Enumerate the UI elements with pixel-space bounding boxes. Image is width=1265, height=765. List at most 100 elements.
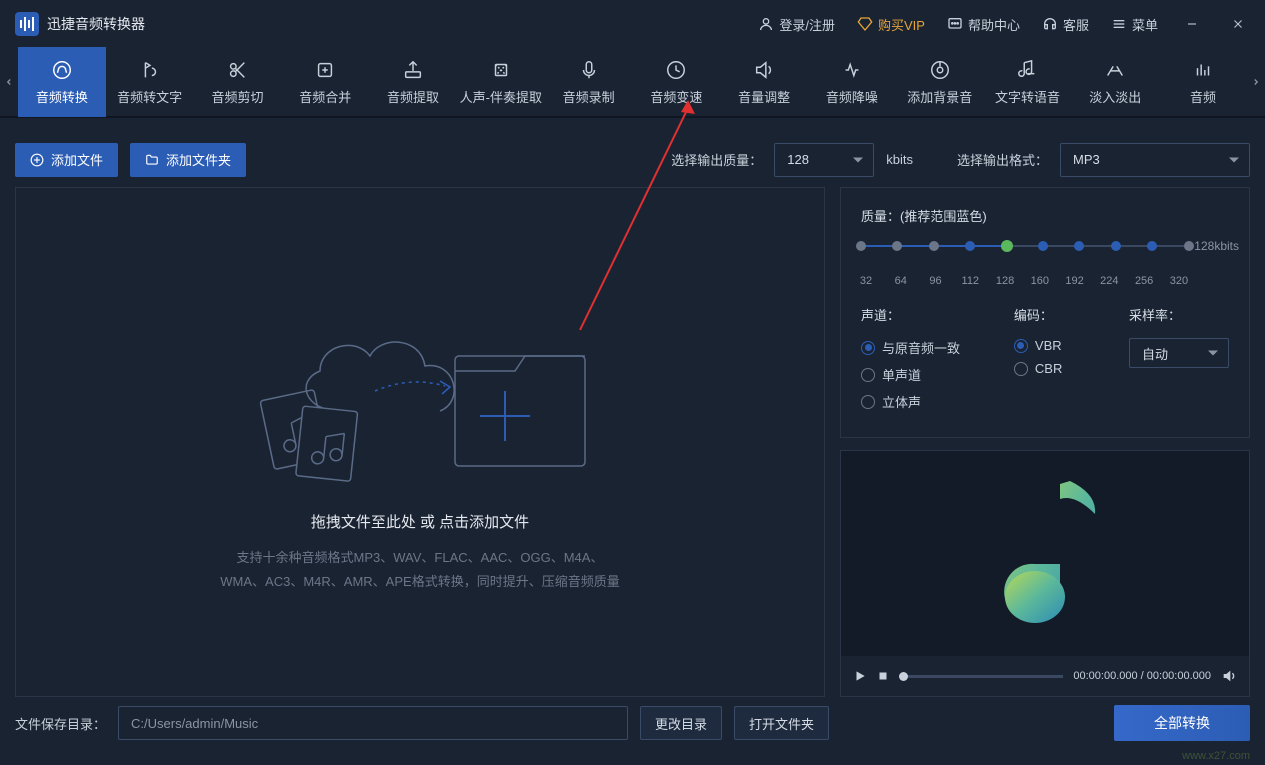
tool-label: 音量调整 xyxy=(738,87,790,106)
quality-slider[interactable]: 128kbits xyxy=(861,239,1229,269)
close-button[interactable] xyxy=(1226,12,1250,36)
service-link[interactable]: 客服 xyxy=(1042,15,1089,34)
menu-label: 菜单 xyxy=(1132,15,1158,34)
add-folder-button[interactable]: 添加文件夹 xyxy=(130,143,246,177)
time-display: 00:00:00.000 / 00:00:00.000 xyxy=(1073,670,1211,682)
tool-icon-13 xyxy=(1192,59,1214,81)
vip-label: 购买VIP xyxy=(878,15,925,34)
bottom-bar: 文件保存目录： C:/Users/admin/Music 更改目录 打开文件夹 … xyxy=(0,694,1265,752)
tool-item-3[interactable]: 音频合并 xyxy=(281,47,369,117)
tool-item-1[interactable]: 音频转文字 xyxy=(106,47,194,117)
tool-label: 音频转文字 xyxy=(117,87,182,106)
music-note-icon xyxy=(975,469,1115,639)
sample-value: 自动 xyxy=(1142,344,1168,363)
play-icon xyxy=(853,669,867,683)
convert-all-button[interactable]: 全部转换 xyxy=(1114,705,1250,741)
add-file-button[interactable]: 添加文件 xyxy=(15,143,118,177)
tick-label: 256 xyxy=(1134,275,1154,287)
plus-circle-icon xyxy=(30,153,44,167)
tool-label: 音频剪切 xyxy=(211,87,263,106)
tool-label: 音频变速 xyxy=(650,87,702,106)
tool-icon-5 xyxy=(490,59,512,81)
path-value: C:/Users/admin/Music xyxy=(131,716,258,731)
tool-label: 音频录制 xyxy=(563,87,615,106)
path-input[interactable]: C:/Users/admin/Music xyxy=(118,706,628,740)
user-icon xyxy=(758,16,774,32)
change-dir-button[interactable]: 更改目录 xyxy=(640,706,722,740)
tick-label: 112 xyxy=(960,275,980,287)
radio-icon xyxy=(861,395,875,409)
menu-link[interactable]: 菜单 xyxy=(1111,15,1158,34)
headset-icon xyxy=(1042,16,1058,32)
drop-zone[interactable]: 拖拽文件至此处 或 点击添加文件 支持十余种音频格式MP3、WAV、FLAC、A… xyxy=(15,187,825,697)
encode-title: 编码： xyxy=(1014,305,1099,324)
help-label: 帮助中心 xyxy=(968,15,1020,34)
tool-label: 文字转语音 xyxy=(995,87,1060,106)
login-link[interactable]: 登录/注册 xyxy=(758,15,835,34)
chevron-left-icon xyxy=(4,75,14,89)
drop-main-text: 拖拽文件至此处 或 点击添加文件 xyxy=(311,511,529,532)
format-select[interactable]: MP3 xyxy=(1060,143,1250,177)
encode-radio-1[interactable]: CBR xyxy=(1014,361,1099,376)
app-logo: 迅捷音频转换器 xyxy=(15,12,145,36)
action-bar: 添加文件 添加文件夹 选择输出质量： 128 kbits 选择输出格式： MP3 xyxy=(0,132,1265,187)
sample-title: 采样率： xyxy=(1129,305,1229,324)
volume-icon xyxy=(1221,668,1237,684)
progress-bar[interactable] xyxy=(899,675,1063,678)
help-link[interactable]: 帮助中心 xyxy=(947,15,1020,34)
tool-icon-11 xyxy=(1016,59,1038,81)
volume-button[interactable] xyxy=(1221,668,1237,684)
tool-item-12[interactable]: 淡入淡出 xyxy=(1071,47,1159,117)
scroll-left-button[interactable] xyxy=(0,47,18,117)
tool-label: 音频转换 xyxy=(36,87,88,106)
login-label: 登录/注册 xyxy=(779,15,835,34)
tick-label: 32 xyxy=(856,275,876,287)
channel-radio-0[interactable]: 与原音频一致 xyxy=(861,338,984,357)
open-dir-button[interactable]: 打开文件夹 xyxy=(734,706,829,740)
tool-item-2[interactable]: 音频剪切 xyxy=(194,47,282,117)
quality-current: 128kbits xyxy=(1194,239,1239,253)
preview-visual xyxy=(841,451,1249,656)
encode-radio-0[interactable]: VBR xyxy=(1014,338,1099,353)
tool-icon-10 xyxy=(929,59,951,81)
tool-icon-8 xyxy=(753,59,775,81)
tool-label: 人声-伴奏提取 xyxy=(460,87,542,106)
tool-label: 音频降噪 xyxy=(826,87,878,106)
tool-icon-3 xyxy=(314,59,336,81)
radio-label: 立体声 xyxy=(882,392,921,411)
sample-select[interactable]: 自动 xyxy=(1129,338,1229,368)
tick-label: 64 xyxy=(891,275,911,287)
tool-item-9[interactable]: 音频降噪 xyxy=(808,47,896,117)
radio-label: VBR xyxy=(1035,338,1062,353)
logo-icon xyxy=(15,12,39,36)
channel-radio-2[interactable]: 立体声 xyxy=(861,392,984,411)
scroll-right-button[interactable] xyxy=(1247,47,1265,117)
tool-item-10[interactable]: 添加背景音 xyxy=(896,47,984,117)
preview-box: 00:00:00.000 / 00:00:00.000 xyxy=(840,450,1250,697)
main-area: 拖拽文件至此处 或 点击添加文件 支持十余种音频格式MP3、WAV、FLAC、A… xyxy=(0,187,1265,697)
channel-radio-1[interactable]: 单声道 xyxy=(861,365,984,384)
tick-label: 320 xyxy=(1169,275,1189,287)
tool-icon-12 xyxy=(1104,59,1126,81)
play-button[interactable] xyxy=(853,669,867,683)
tool-icon-9 xyxy=(841,59,863,81)
tool-item-5[interactable]: 人声-伴奏提取 xyxy=(457,47,545,117)
add-file-label: 添加文件 xyxy=(51,150,103,169)
tool-item-7[interactable]: 音频变速 xyxy=(632,47,720,117)
tool-item-11[interactable]: 文字转语音 xyxy=(984,47,1072,117)
tool-label: 音频合并 xyxy=(299,87,351,106)
stop-button[interactable] xyxy=(877,670,889,682)
vip-link[interactable]: 购买VIP xyxy=(857,15,925,34)
quality-label: 选择输出质量： xyxy=(671,150,762,169)
app-title: 迅捷音频转换器 xyxy=(47,14,145,34)
close-icon xyxy=(1231,17,1245,31)
tool-item-13[interactable]: 音频 xyxy=(1159,47,1247,117)
tool-item-8[interactable]: 音量调整 xyxy=(720,47,808,117)
tool-item-4[interactable]: 音频提取 xyxy=(369,47,457,117)
tool-item-6[interactable]: 音频录制 xyxy=(545,47,633,117)
minimize-button[interactable] xyxy=(1180,12,1204,36)
channel-title: 声道： xyxy=(861,305,984,324)
quality-select[interactable]: 128 xyxy=(774,143,874,177)
tool-item-0[interactable]: 音频转换 xyxy=(18,47,106,117)
radio-label: 单声道 xyxy=(882,365,921,384)
